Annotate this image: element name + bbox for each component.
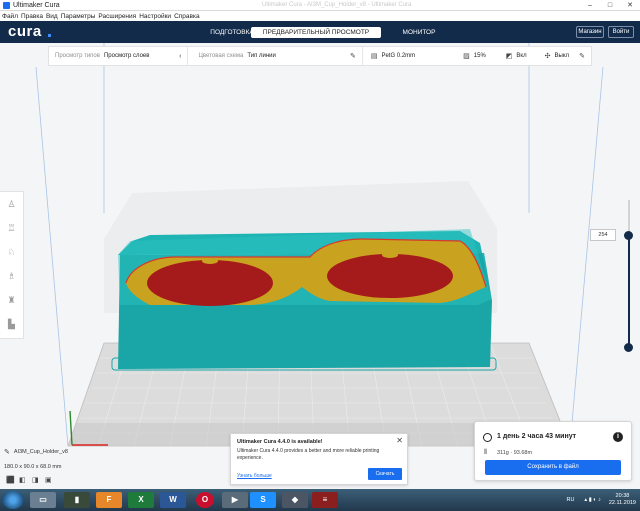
language-indicator[interactable]: RU bbox=[566, 497, 574, 503]
material-usage: 311g · 93.68m bbox=[497, 450, 533, 456]
cube-icon[interactable]: ⬛ bbox=[6, 476, 19, 484]
cup-hole-right bbox=[327, 254, 453, 298]
print-estimate-panel: 1 день 2 часа 43 минут i ⦀ 311g · 93.68m… bbox=[474, 421, 632, 481]
word-app-icon[interactable]: W bbox=[160, 492, 186, 508]
object-dimensions: 180.0 x 90.0 x 68.0 mm bbox=[4, 463, 62, 470]
signin-button[interactable]: Войти bbox=[608, 26, 634, 38]
object-list-icons: ⬛ ◧ ◨ ▣ bbox=[6, 476, 58, 484]
scale-tool-icon[interactable]: ♖ bbox=[0, 216, 24, 240]
window-title-ghost: Ultimaker Cura - AI3M_Cup_Holder_v8 - Ul… bbox=[262, 2, 412, 8]
rotate-tool-icon[interactable]: ♘ bbox=[0, 240, 24, 264]
maximize-icon[interactable]: □ bbox=[600, 0, 620, 11]
preview-toolbar: Просмотр типов Просмотр слоев ‹ Цветовая… bbox=[48, 46, 592, 66]
object-name: AI3M_Cup_Holder_v8 bbox=[13, 448, 68, 455]
windows-taskbar: ▭ ▮ F X W O ▶ S ◆ ≡ RU ▴ ▮ ◐ ♪ 20:38 22.… bbox=[0, 489, 640, 511]
start-button-icon[interactable] bbox=[2, 491, 24, 509]
mirror-tool-icon[interactable]: ♗ bbox=[0, 264, 24, 288]
learn-more-link[interactable]: Узнать больше bbox=[237, 473, 272, 479]
tab-monitor[interactable]: МОНИТОР bbox=[392, 27, 446, 38]
cube-icon[interactable]: ▣ bbox=[45, 476, 58, 484]
clock-time: 20:38 bbox=[615, 493, 630, 499]
menu-file[interactable]: Файл bbox=[2, 13, 18, 20]
pencil-icon[interactable]: ✎ bbox=[4, 448, 10, 456]
terminal-app-icon[interactable]: ▮ bbox=[64, 492, 90, 508]
view-type-dropdown[interactable]: Просмотр типов Просмотр слоев ‹ bbox=[49, 47, 189, 65]
close-icon[interactable]: ✕ bbox=[620, 0, 640, 11]
filament-spool-icon: ⦀ bbox=[484, 449, 488, 456]
flag-app-icon[interactable]: ≡ bbox=[312, 492, 338, 508]
color-scheme-label: Цветовая схема bbox=[198, 53, 244, 59]
notch-right bbox=[382, 252, 398, 258]
adhesion-icon: ✣ bbox=[544, 53, 551, 60]
info-icon[interactable]: i bbox=[613, 432, 623, 442]
tray-icons[interactable]: ▴ ▮ ◐ ♪ bbox=[584, 497, 600, 503]
marketplace-button[interactable]: Магазин bbox=[576, 26, 604, 38]
window-titlebar: Ultimaker Cura Ultimaker Cura - AI3M_Cup… bbox=[0, 0, 640, 11]
build-volume-edge bbox=[35, 66, 69, 447]
color-scheme-value: Тип линии bbox=[247, 53, 276, 59]
support-icon: ◩ bbox=[505, 53, 513, 60]
menu-preferences[interactable]: Настройки bbox=[139, 13, 171, 20]
support-value: Вкл bbox=[516, 53, 527, 59]
view-type-value: Просмотр слоев bbox=[103, 53, 150, 59]
foxit-app-icon[interactable]: F bbox=[96, 492, 122, 508]
profile-value: PetG 0.2mm bbox=[381, 53, 416, 59]
media-app-icon[interactable]: ▶ bbox=[222, 492, 248, 508]
cura-app-icon bbox=[3, 1, 10, 9]
menu-settings[interactable]: Параметры bbox=[61, 13, 96, 20]
adhesion-value: Выкл bbox=[554, 53, 570, 59]
menu-edit[interactable]: Правка bbox=[21, 13, 43, 20]
cup-hole-left bbox=[147, 260, 273, 306]
notification-title: Ultimaker Cura 4.4.0 is available! bbox=[237, 439, 323, 445]
infill-value: 15% bbox=[473, 53, 486, 59]
layer-number-input[interactable]: 254 bbox=[590, 229, 616, 241]
cube-icon[interactable]: ◧ bbox=[19, 476, 32, 484]
notch-left bbox=[202, 258, 218, 264]
support-blocker-icon[interactable]: ▙ bbox=[0, 312, 24, 336]
save-to-file-button[interactable]: Сохранить в файл bbox=[485, 460, 621, 475]
download-button[interactable]: Скачать bbox=[368, 468, 402, 480]
object-info: ✎ AI3M_Cup_Holder_v8 180.0 x 90.0 x 68.0… bbox=[4, 447, 68, 471]
explorer-app-icon[interactable]: ▭ bbox=[30, 492, 56, 508]
system-clock[interactable]: 20:38 22.11.2019 bbox=[609, 493, 636, 507]
print-settings-selector[interactable]: ▤ PetG 0.2mm ▨ 15% ◩ Вкл ✣ Выкл ✎ bbox=[363, 47, 591, 65]
minimize-icon[interactable]: – bbox=[580, 0, 600, 11]
cura-logo: cura bbox=[8, 23, 42, 40]
view-type-label: Просмотр типов bbox=[55, 53, 100, 59]
excel-app-icon[interactable]: X bbox=[128, 492, 154, 508]
skype-app-icon[interactable]: S bbox=[250, 492, 276, 508]
move-tool-icon[interactable]: ♙ bbox=[0, 192, 24, 216]
clock-date: 22.11.2019 bbox=[608, 500, 636, 506]
window-title: Ultimaker Cura bbox=[13, 1, 60, 9]
menu-extensions[interactable]: Расширения bbox=[98, 13, 136, 20]
per-model-settings-icon[interactable]: ♜ bbox=[0, 288, 24, 312]
update-notification: Ultimaker Cura 4.4.0 is available! ✕ Ult… bbox=[230, 433, 408, 485]
left-toolbar: ♙ ♖ ♘ ♗ ♜ ▙ bbox=[0, 191, 24, 339]
menu-help[interactable]: Справка bbox=[174, 13, 200, 20]
pencil-icon: ✎ bbox=[579, 53, 585, 60]
logo-dot bbox=[48, 34, 51, 37]
chevron-left-icon: ‹ bbox=[179, 52, 182, 60]
notification-body: Ultimaker Cura 4.4.0 provides a better a… bbox=[237, 448, 380, 461]
window-controls: – □ ✕ bbox=[580, 0, 640, 11]
close-icon[interactable]: ✕ bbox=[396, 436, 403, 445]
printer-profile-icon: ▤ bbox=[370, 53, 378, 60]
opera-app-icon[interactable]: O bbox=[196, 492, 214, 508]
clock-icon bbox=[483, 433, 492, 442]
layer-slider-lower-handle[interactable] bbox=[624, 343, 633, 352]
cube-icon[interactable]: ◨ bbox=[32, 476, 45, 484]
menu-bar: Файл Правка Вид Параметры Расширения Нас… bbox=[0, 11, 640, 21]
build-volume-edge bbox=[569, 66, 604, 447]
cura-header: cura ПОДГОТОВКА ПРЕДВАРИТЕЛЬНЫЙ ПРОСМОТР… bbox=[0, 21, 640, 43]
print-time: 1 день 2 часа 43 минут bbox=[497, 433, 577, 440]
system-tray: RU ▴ ▮ ◐ ♪ 20:38 22.11.2019 bbox=[566, 489, 636, 511]
ultimaker-cura-app-icon[interactable]: ◆ bbox=[282, 492, 308, 508]
layer-slider-range bbox=[628, 236, 630, 348]
layer-slider-upper-handle[interactable] bbox=[624, 231, 633, 240]
infill-icon: ▨ bbox=[463, 53, 470, 60]
pencil-icon: ✎ bbox=[349, 53, 356, 60]
tab-preview[interactable]: ПРЕДВАРИТЕЛЬНЫЙ ПРОСМОТР bbox=[251, 27, 381, 38]
color-scheme-dropdown[interactable]: Цветовая схема Тип линии ✎ bbox=[188, 47, 363, 65]
menu-view[interactable]: Вид bbox=[46, 13, 58, 20]
